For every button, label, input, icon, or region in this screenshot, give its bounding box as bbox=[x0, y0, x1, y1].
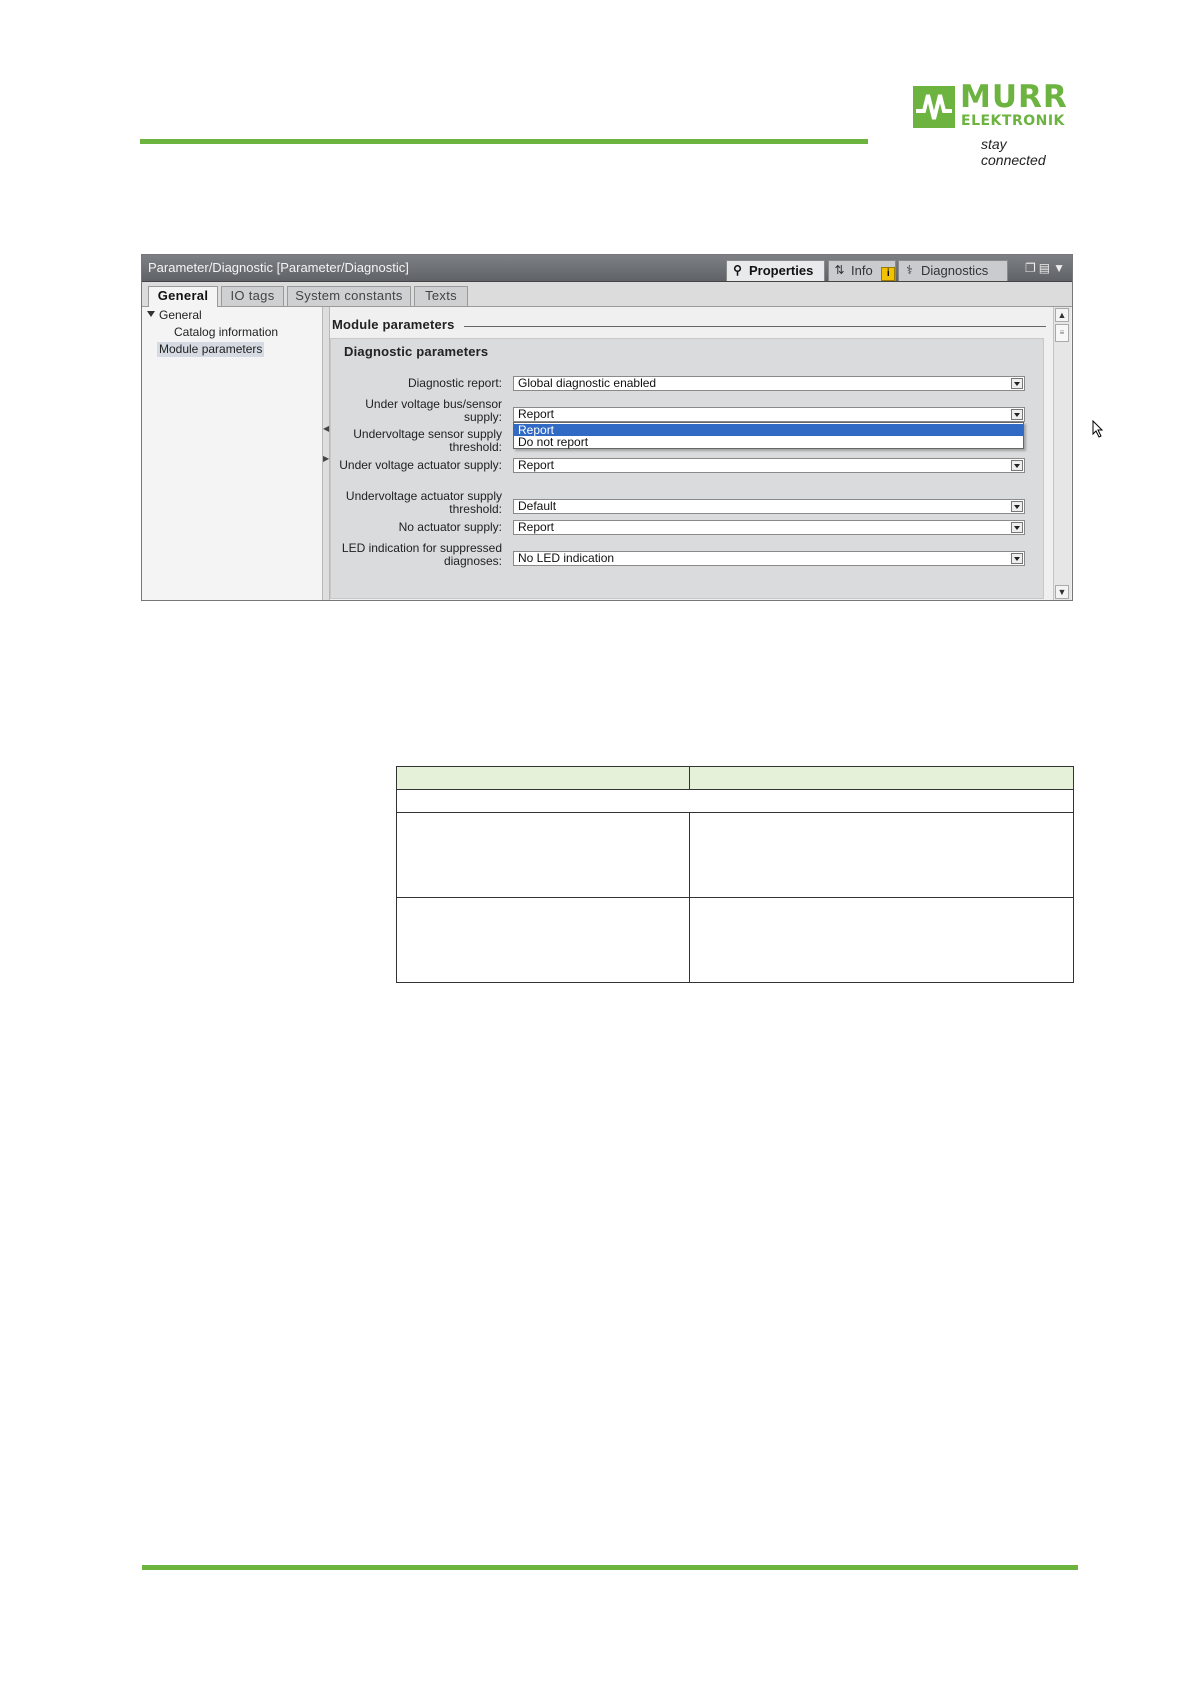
collapse-left-icon[interactable]: ◀ bbox=[323, 421, 329, 437]
nav-item-general[interactable]: General bbox=[159, 308, 202, 323]
led-indication-select[interactable]: No LED indication bbox=[513, 551, 1025, 566]
dropdown-arrow-icon[interactable] bbox=[1011, 553, 1023, 564]
table-header-cell bbox=[396, 766, 690, 790]
param-label-line: threshold: bbox=[449, 440, 502, 454]
undervoltage-actuator-threshold-select[interactable]: Default bbox=[513, 499, 1025, 514]
param-label-under-voltage-actuator: Under voltage actuator supply: bbox=[339, 459, 502, 472]
no-actuator-supply-value: Report bbox=[518, 520, 555, 534]
no-actuator-supply-select[interactable]: Report bbox=[513, 520, 1025, 535]
param-label-undervoltage-actuator-threshold: Undervoltage actuator supply threshold: bbox=[346, 490, 502, 516]
tab-properties-label: Properties bbox=[749, 263, 814, 278]
dropdown-arrow-icon[interactable] bbox=[1011, 409, 1023, 420]
param-label-line: threshold: bbox=[449, 502, 502, 516]
navigation-tree: General Catalog information Module param… bbox=[142, 307, 323, 600]
table-subheader-row bbox=[396, 789, 1074, 813]
logo-waveform-icon bbox=[913, 86, 955, 128]
param-label-no-actuator-supply: No actuator supply: bbox=[399, 521, 502, 534]
menu-chevron-icon[interactable]: ▼ bbox=[1053, 261, 1068, 275]
dropdown-arrow-icon[interactable] bbox=[1011, 460, 1023, 471]
param-label-undervoltage-sensor-threshold: Undervoltage sensor supply threshold: bbox=[353, 428, 502, 454]
table-cell bbox=[689, 812, 1074, 898]
diagnostic-report-select[interactable]: Global diagnostic enabled bbox=[513, 376, 1025, 391]
window-title-bar: Parameter/Diagnostic [Parameter/Diagnost… bbox=[142, 255, 1072, 282]
nav-item-module-parameters[interactable]: Module parameters bbox=[157, 342, 265, 357]
maximize-icon[interactable]: ▤ bbox=[1039, 261, 1053, 275]
table-cell bbox=[396, 897, 690, 983]
tab-system-constants[interactable]: System constants bbox=[287, 286, 411, 306]
panel-splitter[interactable]: ◀ ▶ bbox=[323, 307, 330, 600]
table-cell bbox=[689, 897, 1074, 983]
diagnostics-icon: ⚕ bbox=[906, 263, 913, 277]
dropdown-arrow-icon[interactable] bbox=[1011, 378, 1023, 389]
parameters-panel: Module parameters Diagnostic parameters … bbox=[330, 307, 1052, 600]
inspector-window: Parameter/Diagnostic [Parameter/Diagnost… bbox=[141, 254, 1073, 601]
collapse-triangle-icon[interactable] bbox=[147, 311, 155, 317]
vertical-scrollbar[interactable]: ▲ ≡ ▼ bbox=[1053, 307, 1071, 600]
info-badge-icon: i bbox=[881, 267, 896, 281]
dropdown-list[interactable]: Report Do not report bbox=[513, 422, 1024, 449]
mouse-cursor-icon bbox=[1092, 420, 1104, 438]
param-label-diagnostic-report: Diagnostic report: bbox=[408, 377, 502, 390]
param-label-line: diagnoses: bbox=[443, 554, 502, 568]
section-divider bbox=[464, 326, 1046, 327]
tab-diagnostics[interactable]: ⚕ Diagnostics bbox=[898, 260, 1008, 281]
footer-rule bbox=[142, 1565, 1078, 1570]
diagnostic-report-value: Global diagnostic enabled bbox=[518, 376, 657, 390]
group-title: Diagnostic parameters bbox=[344, 344, 489, 359]
led-indication-value: No LED indication bbox=[518, 551, 615, 565]
logo-brand-sub: ELEKTRONIK bbox=[961, 113, 1065, 129]
nav-item-catalog-information[interactable]: Catalog information bbox=[174, 325, 278, 340]
scroll-down-icon[interactable]: ▼ bbox=[1055, 585, 1069, 599]
restore-icon[interactable]: ❐ bbox=[1025, 261, 1039, 275]
scroll-up-icon[interactable]: ▲ bbox=[1055, 308, 1069, 322]
scroll-thumb[interactable]: ≡ bbox=[1055, 324, 1069, 342]
dropdown-option-report[interactable]: Report bbox=[514, 424, 1023, 436]
table-subheader-cell bbox=[396, 789, 1074, 813]
param-label-led-indication: LED indication for suppressed diagnoses: bbox=[342, 542, 502, 568]
dropdown-option-do-not-report[interactable]: Do not report bbox=[514, 436, 1023, 448]
tab-io-tags[interactable]: IO tags bbox=[221, 286, 284, 306]
expand-right-icon[interactable]: ▶ bbox=[323, 451, 329, 467]
editor-tab-strip: General IO tags System constants Texts bbox=[142, 282, 1072, 307]
tab-info-label: Info bbox=[851, 263, 873, 278]
logo-tagline: stay connected bbox=[981, 136, 1046, 168]
window-controls[interactable]: ❐▤▼ bbox=[1025, 261, 1068, 275]
diagnostic-parameters-group: Diagnostic parameters Diagnostic report:… bbox=[330, 338, 1044, 599]
description-table bbox=[396, 766, 1074, 983]
param-label-line: supply: bbox=[463, 410, 502, 424]
table-header-row bbox=[396, 766, 1074, 790]
under-voltage-bus-sensor-select[interactable]: Report bbox=[513, 407, 1025, 422]
logo-brand: MURR bbox=[960, 79, 1068, 115]
header-rule bbox=[140, 139, 868, 144]
param-label-line: Diagnostic report: bbox=[407, 376, 502, 390]
info-icon: ⇅ bbox=[834, 263, 845, 277]
section-title: Module parameters bbox=[332, 317, 455, 332]
under-voltage-actuator-value: Report bbox=[518, 458, 555, 472]
under-voltage-bus-sensor-value: Report bbox=[518, 407, 555, 421]
tab-diagnostics-label: Diagnostics bbox=[921, 263, 989, 278]
window-title: Parameter/Diagnostic [Parameter/Diagnost… bbox=[148, 260, 409, 275]
table-header-cell bbox=[689, 766, 1074, 790]
table-row bbox=[396, 812, 1074, 898]
param-label-line: Under voltage actuator supply: bbox=[339, 458, 502, 472]
company-logo: MURR ELEKTRONIK stay connected bbox=[913, 80, 1073, 168]
tab-info[interactable]: ⇅ Info i bbox=[828, 260, 896, 281]
undervoltage-actuator-threshold-value: Default bbox=[518, 499, 557, 513]
tab-properties[interactable]: ⚲ Properties bbox=[726, 260, 825, 281]
under-voltage-actuator-select[interactable]: Report bbox=[513, 458, 1025, 473]
param-label-line: No actuator supply: bbox=[398, 520, 502, 534]
table-row bbox=[396, 897, 1074, 983]
table-cell bbox=[396, 812, 690, 898]
dropdown-arrow-icon[interactable] bbox=[1011, 522, 1023, 533]
param-label-under-voltage-bus-sensor: Under voltage bus/sensor supply: bbox=[365, 398, 502, 424]
properties-icon: ⚲ bbox=[733, 263, 742, 277]
tab-general[interactable]: General bbox=[148, 286, 218, 307]
tab-texts[interactable]: Texts bbox=[414, 286, 468, 306]
dropdown-arrow-icon[interactable] bbox=[1011, 501, 1023, 512]
